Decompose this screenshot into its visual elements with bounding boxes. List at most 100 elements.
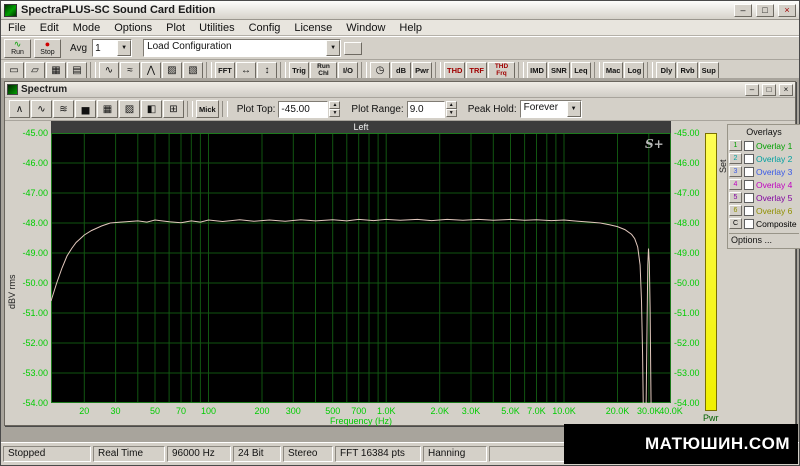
overlay-1-button[interactable]: 1 — [729, 140, 742, 151]
overlays-options-button[interactable]: Options ... — [729, 233, 799, 246]
spectrum-view-button[interactable]: ∧ — [9, 100, 30, 118]
avg-input[interactable] — [93, 40, 118, 56]
dual-view-button[interactable]: ≋ — [53, 100, 74, 118]
close-button[interactable]: × — [778, 3, 796, 17]
plot-top-input[interactable] — [278, 100, 329, 118]
save-file-button[interactable]: ▦ — [46, 61, 66, 79]
thd-button[interactable]: THD — [444, 61, 466, 79]
leq-button[interactable]: Leq — [570, 61, 591, 79]
macro-button[interactable]: Mac — [602, 61, 624, 79]
composite-button[interactable]: C — [729, 218, 742, 229]
menu-edit[interactable]: Edit — [33, 22, 66, 34]
overlay-1-checkbox[interactable] — [744, 140, 754, 151]
overlay-3-label: Overlay 3 — [756, 166, 793, 177]
app-icon — [4, 3, 17, 17]
peak-hold-dropdown-arrow-icon[interactable]: ▼ — [566, 101, 581, 117]
maximize-button[interactable]: □ — [756, 3, 774, 17]
peak-hold-value: Forever — [523, 102, 559, 113]
thd-freq-button[interactable]: THD Frq — [488, 61, 516, 79]
bar-view-button[interactable]: ▅ — [75, 100, 96, 118]
time-series-view-button[interactable]: ∿ — [31, 100, 52, 118]
signal-generator-button[interactable]: ∿ — [99, 61, 119, 79]
spectrogram-view-button[interactable]: ▦ — [97, 100, 118, 118]
overlay-5-checkbox[interactable] — [744, 192, 754, 203]
timer-button[interactable]: ◷ — [370, 61, 390, 79]
fft-settings-button[interactable]: FFT — [215, 61, 235, 79]
log-button[interactable]: Log — [624, 61, 645, 79]
status-fft-size: FFT 16384 pts — [335, 446, 421, 462]
avg-dropdown-arrow-icon[interactable]: ▼ — [117, 40, 132, 56]
composite-checkbox[interactable] — [744, 218, 754, 229]
spectrum-window: Spectrum – □ × ∧∿≋▅▦▨◧⊞ Mick Plot Top: ▲… — [4, 81, 800, 426]
overlay-6-button[interactable]: 6 — [729, 205, 742, 216]
plot-top-up-icon[interactable]: ▲ — [329, 101, 341, 109]
menu-plot[interactable]: Plot — [159, 22, 192, 34]
imd-button[interactable]: IMD — [527, 61, 548, 79]
menu-help[interactable]: Help — [392, 22, 429, 34]
spectrogram-button[interactable]: ▨ — [162, 61, 182, 79]
run-button[interactable]: ∿ Run — [4, 38, 31, 58]
spectrum-maximize-button[interactable]: □ — [762, 83, 776, 96]
spectrum-plot-svg[interactable] — [51, 133, 671, 403]
mic-compensation-button[interactable]: Mick — [196, 100, 219, 118]
overlay-4-row: 4 Overlay 4 — [729, 178, 799, 191]
spectrum-toolbar: ∧∿≋▅▦▨◧⊞ Mick Plot Top: ▲ ▼ Plot Range: … — [5, 98, 795, 121]
new-file-button[interactable]: ▭ — [4, 61, 24, 79]
overlays-panel: Overlays 1 Overlay 1 2 Overlay 2 3 Overlay 34… — [727, 124, 800, 249]
power-button[interactable]: Pwr — [412, 61, 432, 79]
x-tick-label: 7.0K — [527, 406, 546, 416]
delay-button[interactable]: Dly — [656, 61, 677, 79]
reverb-button[interactable]: Rvb — [677, 61, 698, 79]
plot-range-input[interactable] — [406, 100, 445, 118]
x-tick-label: 40.0K — [659, 406, 683, 416]
phase-view-button[interactable]: ◧ — [141, 100, 162, 118]
menu-options[interactable]: Options — [107, 22, 159, 34]
grid-view-button[interactable]: ⊞ — [163, 100, 184, 118]
overlay-2-checkbox[interactable] — [744, 153, 754, 164]
spectrum-close-button[interactable]: × — [779, 83, 793, 96]
spectrum-button[interactable]: ⋀ — [141, 61, 161, 79]
trf-button[interactable]: TRF — [466, 61, 488, 79]
menu-mode[interactable]: Mode — [66, 22, 108, 34]
surface-button[interactable]: ▧ — [183, 61, 203, 79]
overlay-4-button[interactable]: 4 — [729, 179, 742, 190]
spectrum-plot-buttons: ∧ ∿ ≋ ▅ ▦ ▨ ◧ ⊞ — [9, 100, 184, 118]
plot-top-down-icon[interactable]: ▼ — [329, 109, 341, 117]
time-series-button[interactable]: ≈ — [120, 61, 140, 79]
overlay-3-checkbox[interactable] — [744, 166, 754, 177]
open-file-button[interactable]: ▱ — [25, 61, 45, 79]
menu-license[interactable]: License — [287, 22, 339, 34]
overlay-3-button[interactable]: 3 — [729, 166, 742, 177]
surface-view-button[interactable]: ▨ — [119, 100, 140, 118]
sup-button[interactable]: Sup — [698, 61, 719, 79]
spectrum-title-bar[interactable]: Spectrum – □ × — [5, 82, 795, 98]
minimize-button[interactable]: – — [734, 3, 752, 17]
y-scale-button[interactable]: ↕ — [257, 61, 277, 79]
overlay-5-button[interactable]: 5 — [729, 192, 742, 203]
menu-file[interactable]: File — [1, 22, 33, 34]
trigger-button[interactable]: Trig — [289, 61, 309, 79]
y-tick-label: -48.00 — [22, 218, 48, 228]
print-button[interactable]: ▤ — [67, 61, 87, 79]
snr-button[interactable]: SNR — [548, 61, 570, 79]
x-tick-label: 20.0K — [605, 406, 630, 416]
stop-button[interactable]: ● Stop — [34, 38, 61, 58]
menu-utilities[interactable]: Utilities — [192, 22, 241, 34]
overlay-6-checkbox[interactable] — [744, 205, 754, 216]
x-scale-button[interactable]: ↔ — [236, 61, 256, 79]
menu-window[interactable]: Window — [339, 22, 392, 34]
configuration-dropdown-arrow-icon[interactable]: ▼ — [326, 40, 341, 56]
db-button[interactable]: dB — [391, 61, 411, 79]
plot-range-up-icon[interactable]: ▲ — [445, 101, 457, 109]
overlay-4-checkbox[interactable] — [744, 179, 754, 190]
spectrum-minimize-button[interactable]: – — [745, 83, 759, 96]
config-extra-button[interactable] — [344, 41, 363, 55]
menu-config[interactable]: Config — [242, 22, 288, 34]
avg-select[interactable]: ▼ — [92, 39, 133, 57]
run-control-button[interactable]: Run Chl — [310, 61, 337, 79]
plot-range-down-icon[interactable]: ▼ — [445, 109, 457, 117]
configuration-select[interactable]: Load Configuration ▼ — [143, 39, 342, 57]
io-button[interactable]: I/O — [338, 61, 358, 79]
overlay-2-button[interactable]: 2 — [729, 153, 742, 164]
peak-hold-select[interactable]: Forever ▼ — [519, 100, 582, 118]
